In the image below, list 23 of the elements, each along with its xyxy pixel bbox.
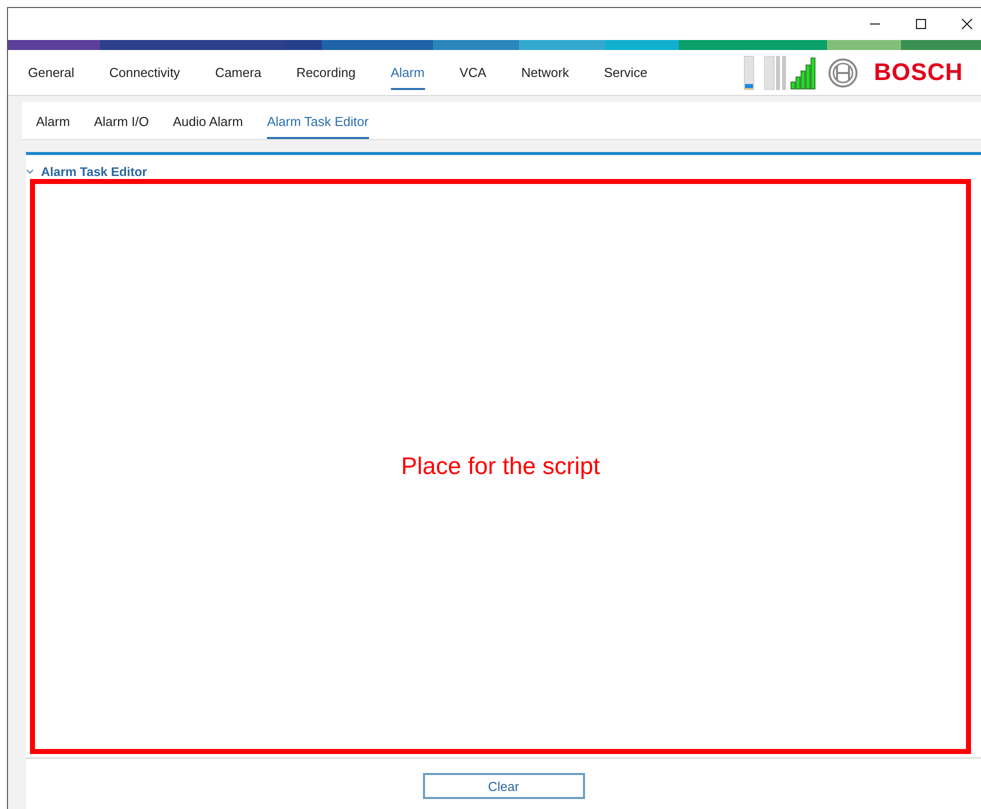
sub-tab[interactable]: Audio Alarm [172,114,243,139]
gauge-icon [764,56,786,90]
sub-tab[interactable]: Alarm I/O [94,114,149,139]
signal-icon [790,56,818,90]
logo-icon [828,58,858,88]
brand-name: BOSCH [874,58,963,86]
chevron-icon[interactable] [26,169,34,175]
nav-tab[interactable]: Alarm [390,55,425,90]
placeholder-annotation: Place for the script [401,452,600,480]
nav-tab[interactable]: Service [604,55,648,90]
maximize-icon[interactable] [915,18,927,30]
sub-tab[interactable]: Alarm Task Editor [266,114,369,139]
nav-tab[interactable]: Recording [296,55,356,90]
nav-tab[interactable]: VCA [460,55,486,90]
level-meter-icon [744,56,754,90]
nav-tab[interactable]: Network [521,55,569,90]
clear-button[interactable]: Clear [422,773,584,799]
nav-tab[interactable]: Connectivity [109,55,180,90]
nav-tab[interactable]: Camera [215,55,262,90]
section-title: Alarm Task Editor [41,165,148,179]
close-icon[interactable] [961,18,973,30]
sub-tab[interactable]: Alarm [36,114,70,139]
nav-tab[interactable]: General [28,55,74,90]
